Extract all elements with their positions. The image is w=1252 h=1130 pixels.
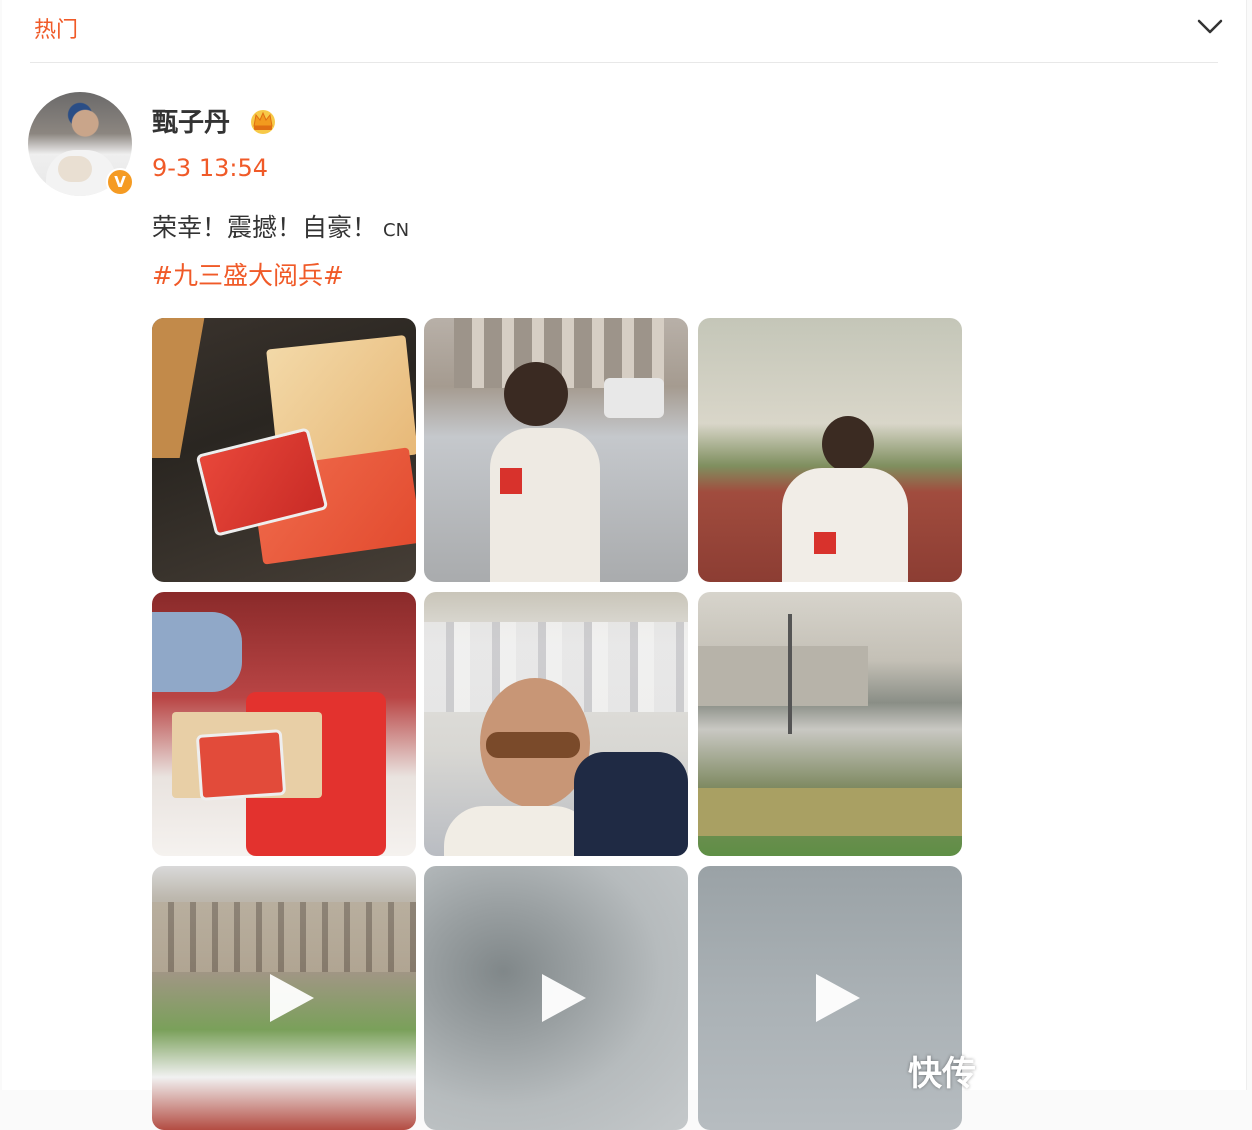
crown-icon xyxy=(251,110,275,134)
play-icon[interactable] xyxy=(816,974,860,1022)
media-photo-2[interactable] xyxy=(424,318,688,582)
verified-icon: V xyxy=(106,168,134,196)
play-icon[interactable] xyxy=(542,974,586,1022)
hot-tab[interactable]: 热门 xyxy=(34,12,78,44)
play-icon[interactable] xyxy=(270,974,314,1022)
avatar-dog xyxy=(58,156,92,182)
post-timestamp[interactable]: 9-3 13:54 xyxy=(152,154,268,182)
media-photo-6[interactable] xyxy=(698,592,962,856)
media-grid xyxy=(152,318,964,1130)
divider xyxy=(30,62,1218,63)
media-video-1[interactable] xyxy=(152,866,416,1130)
media-photo-3[interactable] xyxy=(698,318,962,582)
watermark: 快传 xyxy=(908,1054,976,1094)
top-bar: 热门 xyxy=(2,0,1246,58)
post-text-suffix: CN xyxy=(383,220,410,241)
media-photo-4[interactable] xyxy=(152,592,416,856)
hashtag-link[interactable]: #九三盛大阅兵# xyxy=(152,256,344,292)
media-video-2[interactable] xyxy=(424,866,688,1130)
chevron-down-icon[interactable] xyxy=(1196,14,1224,38)
post-card: 热门 V 甄子丹 9-3 13:54 荣幸！震撼！自豪！CN #九三盛大阅兵# xyxy=(2,0,1247,1130)
media-photo-5[interactable] xyxy=(424,592,688,856)
post-body: 荣幸！震撼！自豪！ xyxy=(152,213,378,242)
post-text: 荣幸！震撼！自豪！ CN xyxy=(152,208,409,244)
media-photo-1[interactable] xyxy=(152,318,416,582)
username[interactable]: 甄子丹 xyxy=(152,102,230,139)
